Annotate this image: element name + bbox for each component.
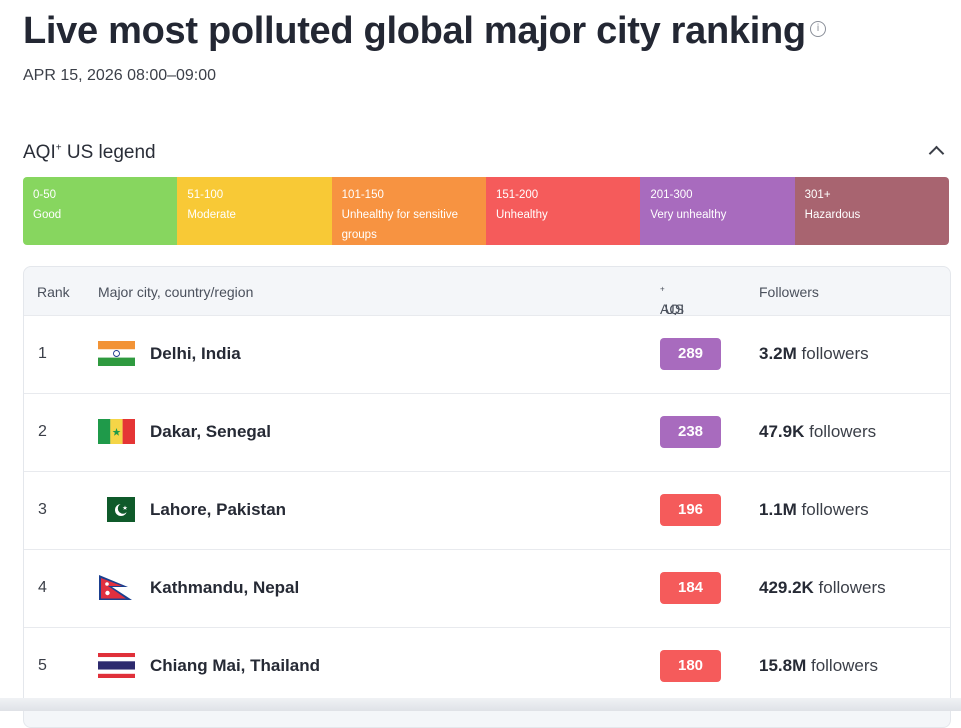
legend-level-unhealthy: 151-200 Unhealthy <box>485 177 641 245</box>
followers-label: followers <box>804 422 877 441</box>
legend-level-range: 201-300 <box>650 189 693 201</box>
legend-title-suffix: US legend <box>61 142 156 163</box>
header-followers[interactable]: Followers <box>759 284 819 300</box>
followers-number: 15.8M <box>759 656 807 675</box>
legend-level-moderate: 51-100 Moderate <box>177 177 332 245</box>
chevron-up-icon[interactable] <box>928 145 945 162</box>
legend-level-label: Good <box>33 209 62 221</box>
city-name[interactable]: Chiang Mai, Thailand <box>150 656 320 676</box>
senegal-flag-icon <box>98 419 135 444</box>
legend-level-range: 101-150 <box>341 189 384 201</box>
table-header: Rank Major city, country/region AQI + US … <box>24 267 950 317</box>
table-row[interactable]: 5 Chiang Mai, Thailand 180 15.8M followe… <box>24 627 950 705</box>
legend-level-label: Hazardous <box>804 209 861 221</box>
ranking-table: Rank Major city, country/region AQI + US … <box>23 266 951 728</box>
bottom-edge <box>0 698 961 711</box>
aqi-badge: 196 <box>660 494 721 526</box>
followers-label: followers <box>796 344 869 363</box>
timestamp: APR 15, 2026 08:00–09:00 <box>23 67 217 84</box>
aqi-badge: 289 <box>660 338 721 370</box>
table-row[interactable]: 3 Lahore, Pakistan 196 1.1M followers <box>24 471 950 549</box>
header-aqi[interactable]: AQI + US <box>660 284 684 317</box>
india-flag-icon <box>98 341 135 366</box>
header-aqi-sup: + <box>660 284 665 294</box>
legend-level-label: Moderate <box>187 209 236 221</box>
followers-number: 1.1M <box>759 500 797 519</box>
legend-level-label: Unhealthy <box>495 209 548 221</box>
followers-label: followers <box>813 578 886 597</box>
header-city: Major city, country/region <box>98 284 254 300</box>
legend-level-range: 51-100 <box>187 189 224 201</box>
legend-level-range: 301+ <box>804 189 831 201</box>
city-name[interactable]: Lahore, Pakistan <box>150 500 286 520</box>
table-row[interactable]: 4 Kathmandu, Nepal 184 429.2K followers <box>24 549 950 627</box>
info-circle-icon[interactable]: i <box>809 20 826 37</box>
table-row[interactable]: 2 Dakar, Senegal 238 47.9K followers <box>24 393 950 471</box>
pakistan-flag-icon <box>98 497 135 522</box>
legend-level-range: 151-200 <box>495 189 539 201</box>
header-rank[interactable]: Rank <box>37 284 70 300</box>
nepal-flag-icon <box>98 575 135 600</box>
legend-header[interactable]: AQI+ US legend <box>23 142 948 166</box>
followers-count: 429.2K followers <box>759 578 886 598</box>
followers-label: followers <box>796 500 869 519</box>
table-row[interactable]: 1 Delhi, India 289 3.2M followers <box>24 315 950 393</box>
aqi-badge: 238 <box>660 416 721 448</box>
city-name[interactable]: Dakar, Senegal <box>150 422 271 442</box>
city-name[interactable]: Kathmandu, Nepal <box>150 578 299 598</box>
aqi-badge: 184 <box>660 572 721 604</box>
followers-count: 1.1M followers <box>759 500 869 520</box>
followers-number: 3.2M <box>759 344 797 363</box>
legend-level-very-unhealthy: 201-300 Very unhealthy <box>640 177 795 245</box>
legend-level-hazardous: 301+ Hazardous <box>794 177 949 245</box>
rank-cell: 3 <box>38 501 47 518</box>
legend-level-label: Unhealthy for sensitive groups <box>341 209 458 241</box>
legend-title: AQI+ US legend <box>23 142 156 163</box>
rank-cell: 1 <box>38 345 47 362</box>
rank-cell: 4 <box>38 579 47 596</box>
legend-level-unhealthy-sensitive: 101-150 Unhealthy for sensitive groups <box>331 177 486 245</box>
followers-number: 47.9K <box>759 422 805 441</box>
aqi-badge: 180 <box>660 650 721 682</box>
legend-level-range: 0-50 <box>33 189 57 201</box>
followers-number: 429.2K <box>759 578 814 597</box>
page-title: Live most polluted global major city ran… <box>23 10 826 53</box>
legend-title-prefix: AQI <box>23 142 56 163</box>
followers-label: followers <box>806 656 879 675</box>
city-name[interactable]: Delhi, India <box>150 344 241 364</box>
followers-count: 3.2M followers <box>759 344 869 364</box>
legend-level-label: Very unhealthy <box>650 209 727 221</box>
rank-cell: 2 <box>38 423 47 440</box>
thailand-flag-icon <box>98 653 135 678</box>
page-title-text: Live most polluted global major city ran… <box>23 10 806 52</box>
rank-cell: 5 <box>38 657 47 674</box>
followers-count: 47.9K followers <box>759 422 876 442</box>
aqi-legend-bar: 0-50 Good 51-100 Moderate 101-150 Unhealthy… <box>23 177 949 245</box>
legend-level-good: 0-50 Good <box>23 177 178 245</box>
followers-count: 15.8M followers <box>759 656 878 676</box>
